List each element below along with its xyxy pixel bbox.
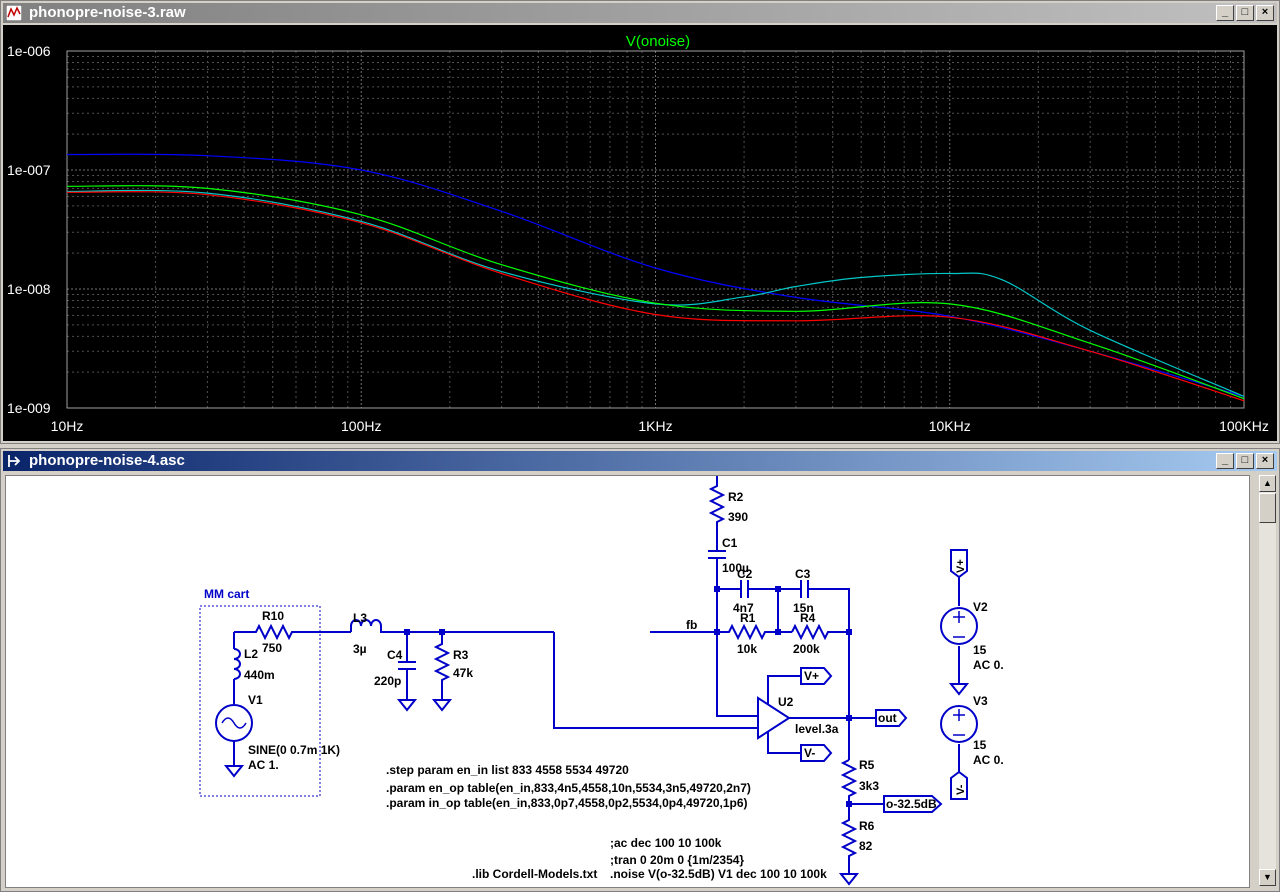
plot-window-title: phonopre-noise-3.raw: [29, 4, 186, 21]
noise-chart[interactable]: V(onoise) 10Hz 100Hz 1KHz 10KHz 100KHz 1e-006…: [3, 25, 1275, 439]
r3-label: R3: [453, 648, 469, 662]
scroll-thumb[interactable]: [1259, 493, 1276, 523]
schematic-app-icon: [8, 455, 21, 467]
fb-net-label: fb: [686, 618, 697, 632]
l3-label: L3: [353, 611, 367, 625]
vplus-flag-label: V+: [804, 669, 819, 683]
vminus-flag-label: V-: [804, 746, 815, 760]
vertical-scrollbar[interactable]: ▲ ▼: [1259, 475, 1276, 886]
c1-label: C1: [722, 536, 738, 550]
minimize-button[interactable]: _: [1216, 453, 1234, 469]
v3-label: V3: [973, 694, 988, 708]
l2-inductor[interactable]: [233, 632, 241, 704]
r6-resistor[interactable]: [840, 814, 858, 874]
vplus-top-label: V+: [955, 559, 967, 573]
spice-directive[interactable]: .param in_op table(en_in,833,0p7,4558,0p…: [386, 796, 748, 810]
maximize-button[interactable]: □: [1236, 5, 1254, 21]
l3-inductor[interactable]: [350, 619, 554, 633]
c4-capacitor[interactable]: [398, 632, 416, 700]
r2-label: R2: [728, 490, 744, 504]
r1-resistor[interactable]: [650, 623, 792, 641]
r2-value: 390: [728, 510, 748, 524]
schematic-window: phonopre-noise-4.asc _ □ × MM cart R10 7…: [0, 448, 1280, 892]
spice-directive[interactable]: .param en_op table(en_in,833,4n5,4558,10…: [386, 781, 751, 795]
v2-ac: AC 0.: [973, 658, 1004, 672]
y-tick-label: 1e-006: [7, 43, 51, 59]
r1-value: 10k: [737, 642, 757, 656]
x-tick-label: 10KHz: [929, 418, 971, 434]
ground-icon: [396, 699, 418, 712]
r6-label: R6: [859, 819, 875, 833]
y-tick-label: 1e-009: [7, 400, 51, 416]
c4-label: C4: [387, 648, 403, 662]
l3-value: 3µ: [353, 642, 367, 656]
ground-icon: [431, 699, 453, 712]
l2-value: 440m: [244, 668, 275, 682]
waveform-app-icon: [6, 5, 22, 21]
c4-value: 220p: [374, 674, 401, 688]
r3-value: 47k: [453, 666, 473, 680]
c3-label: C3: [795, 567, 811, 581]
close-button[interactable]: ×: [1256, 453, 1274, 469]
ground-icon: [838, 873, 860, 886]
v1-value: SINE(0 0.7m 1K): [248, 743, 340, 757]
spice-comment[interactable]: ;ac dec 100 10 100k: [610, 836, 722, 850]
v1-sine-icon: [221, 717, 247, 729]
close-button[interactable]: ×: [1256, 5, 1274, 21]
v2-label: V2: [973, 600, 988, 614]
u2-value: level.3a: [795, 722, 839, 736]
r10-label: R10: [262, 609, 284, 623]
r4-resistor[interactable]: [791, 623, 849, 641]
scroll-down-button[interactable]: ▼: [1259, 869, 1276, 886]
r4-value: 200k: [793, 642, 820, 656]
r5-label: R5: [859, 758, 875, 772]
out-flag-label: out: [878, 711, 897, 725]
ground-icon: [223, 765, 245, 778]
v2-value: 15: [973, 643, 987, 657]
c2-label: C2: [737, 567, 753, 581]
r10-value: 750: [262, 641, 282, 655]
schematic-drawing[interactable]: MM cart R10 750 L2 440m V1 SINE(0 0.7m 1…: [6, 476, 1249, 887]
spice-directive[interactable]: .noise V(o-32.5dB) V1 dec 100 10 100k: [610, 867, 827, 881]
x-tick-label: 10Hz: [51, 418, 84, 434]
spice-directive[interactable]: .lib Cordell-Models.txt: [472, 867, 597, 881]
scroll-up-button[interactable]: ▲: [1259, 475, 1276, 492]
y-tick-label: 1e-008: [7, 281, 51, 297]
c2-capacitor[interactable]: [717, 580, 778, 598]
u2-label: U2: [778, 695, 794, 709]
mm-cart-label: MM cart: [204, 587, 249, 601]
spice-comment[interactable]: ;tran 0 20m 0 {1m/2354}: [610, 853, 744, 867]
maximize-button[interactable]: □: [1236, 453, 1254, 469]
minimize-button[interactable]: _: [1216, 5, 1234, 21]
r4-label: R4: [800, 611, 816, 625]
schematic-canvas[interactable]: MM cart R10 750 L2 440m V1 SINE(0 0.7m 1…: [5, 475, 1250, 888]
vminus-bot-label: V-: [955, 784, 967, 795]
r10-resistor[interactable]: [234, 623, 351, 641]
ground-icon: [948, 683, 970, 696]
series-line-1: [66, 189, 1245, 398]
v1-ac: AC 1.: [248, 758, 279, 772]
spice-directive[interactable]: .step param en_in list 833 4558 5534 497…: [386, 763, 629, 777]
r6-value: 82: [859, 839, 873, 853]
plot-window: phonopre-noise-3.raw _ □ × V(onoise) 10H…: [0, 0, 1280, 444]
r1-label: R1: [740, 611, 756, 625]
v3-ac: AC 0.: [973, 753, 1004, 767]
r5-value: 3k3: [859, 779, 879, 793]
v1-label: V1: [248, 693, 263, 707]
schematic-window-title: phonopre-noise-4.asc: [29, 452, 185, 469]
y-tick-label: 1e-007: [7, 162, 51, 178]
x-tick-label: 100KHz: [1219, 418, 1269, 434]
plot-pane[interactable]: V(onoise) 10Hz 100Hz 1KHz 10KHz 100KHz 1e-006…: [3, 25, 1277, 441]
r3-resistor[interactable]: [433, 632, 451, 700]
l2-label: L2: [244, 647, 258, 661]
x-tick-label: 1KHz: [638, 418, 672, 434]
x-tick-label: 100Hz: [341, 418, 381, 434]
plot-window-titlebar[interactable]: phonopre-noise-3.raw _ □ ×: [3, 3, 1277, 23]
schematic-window-titlebar[interactable]: phonopre-noise-4.asc _ □ ×: [3, 451, 1277, 471]
v3-value: 15: [973, 738, 987, 752]
chart-title: V(onoise): [626, 33, 690, 50]
atten-flag-label: o-32.5dB: [886, 797, 937, 811]
